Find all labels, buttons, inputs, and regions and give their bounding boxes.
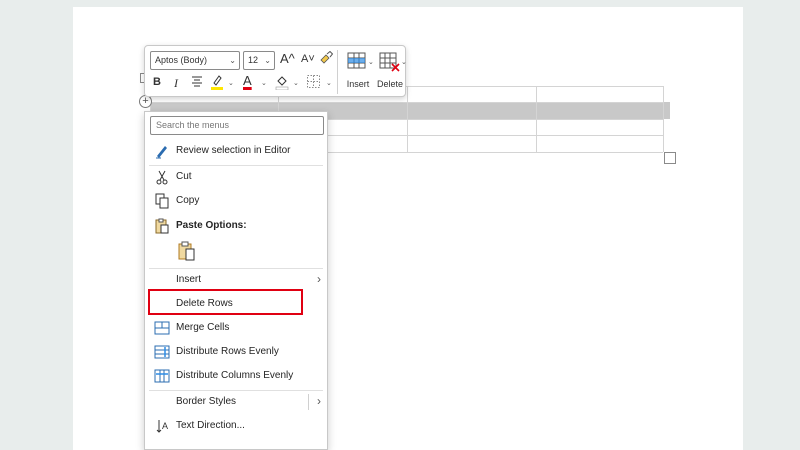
submenu-divider	[308, 394, 309, 410]
menu-item-label: Distribute Columns Evenly	[176, 370, 294, 381]
table-border	[536, 86, 537, 152]
insert-button[interactable]: ⌄ Insert	[341, 50, 375, 94]
delete-button[interactable]: ⌄ Delete	[373, 50, 407, 94]
menu-item-label: Insert	[176, 274, 202, 285]
menu-item-border-styles[interactable]: Border Styles ›	[145, 391, 327, 413]
toolbar-divider	[337, 50, 338, 94]
menu-item-review-selection[interactable]: Review selection in Editor	[145, 140, 327, 162]
font-size-value: 12	[248, 55, 259, 65]
font-color-icon[interactable]: A	[243, 73, 252, 88]
shrink-font-icon[interactable]: A˅	[301, 53, 315, 65]
menu-item-merge-cells[interactable]: Merge Cells	[145, 317, 327, 339]
bold-button[interactable]: B	[153, 76, 161, 88]
font-name-value: Aptos (Body)	[155, 55, 208, 65]
table-resize-handle[interactable]	[664, 152, 676, 164]
menu-item-copy[interactable]: Copy	[145, 190, 327, 212]
menu-item-distribute-rows[interactable]: Distribute Rows Evenly	[145, 341, 327, 363]
copy-icon	[154, 193, 170, 209]
menu-item-text-direction[interactable]: A Text Direction...	[145, 415, 327, 437]
table-border	[407, 86, 408, 152]
menu-item-label: Distribute Rows Evenly	[176, 346, 279, 357]
highlight-color-icon[interactable]	[210, 74, 224, 93]
menu-item-cut[interactable]: Cut	[145, 166, 327, 188]
distribute-rows-icon	[154, 344, 170, 360]
menu-item-label: Paste Options:	[176, 220, 247, 231]
table-border	[663, 86, 664, 152]
borders-icon[interactable]	[307, 75, 320, 91]
paste-keep-source-icon[interactable]	[178, 241, 196, 261]
distribute-columns-icon	[154, 368, 170, 384]
menu-item-label: Copy	[176, 195, 200, 206]
format-painter-icon[interactable]	[319, 50, 334, 68]
clipboard-icon	[154, 218, 170, 234]
chevron-down-icon[interactable]: ⌄	[293, 79, 299, 87]
menu-item-label: Border Styles	[176, 396, 237, 407]
italic-button[interactable]: I	[174, 76, 178, 91]
menu-item-label: Merge Cells	[176, 322, 230, 333]
font-size-dropdown[interactable]: 12 ⌄	[243, 51, 275, 70]
grow-font-icon[interactable]: A^	[280, 51, 295, 66]
mini-toolbar: Aptos (Body) ⌄ 12 ⌄ A^ A˅ B I ⌄ A ⌄ ⌄ ⌄ …	[144, 45, 407, 97]
menu-item-label: Text Direction...	[176, 420, 245, 431]
align-center-icon[interactable]	[191, 75, 203, 90]
text-direction-icon: A	[154, 418, 170, 434]
chevron-down-icon[interactable]: ⌄	[401, 58, 407, 66]
chevron-down-icon: ⌄	[229, 56, 236, 65]
menu-item-insert[interactable]: Insert ›	[145, 269, 327, 291]
svg-text:A: A	[162, 421, 168, 431]
context-menu: Search the menus Review selection in Edi…	[144, 111, 328, 450]
chevron-down-icon: ⌄	[264, 56, 271, 65]
merge-cells-icon	[154, 320, 170, 336]
chevron-down-icon[interactable]: ⌄	[228, 79, 234, 87]
paste-options-header: Paste Options:	[145, 215, 327, 237]
delete-table-icon	[379, 52, 400, 72]
insert-table-icon	[347, 52, 366, 69]
menu-item-distribute-columns[interactable]: Distribute Columns Evenly	[145, 365, 327, 387]
delete-label: Delete	[376, 79, 403, 89]
menu-item-label: Review selection in Editor	[176, 145, 291, 156]
editor-pen-icon	[154, 143, 170, 159]
chevron-right-icon: ›	[317, 272, 321, 286]
delete-rows-highlight	[148, 289, 303, 315]
insert-label: Insert	[346, 79, 370, 89]
menu-item-label: Cut	[176, 171, 192, 182]
scissors-icon	[154, 169, 170, 185]
chevron-down-icon[interactable]: ⌄	[326, 79, 332, 87]
chevron-down-icon[interactable]: ⌄	[261, 79, 267, 87]
menu-search-input[interactable]: Search the menus	[150, 116, 324, 135]
shading-icon[interactable]	[275, 74, 289, 93]
chevron-right-icon: ›	[317, 394, 321, 408]
font-name-dropdown[interactable]: Aptos (Body) ⌄	[150, 51, 240, 70]
